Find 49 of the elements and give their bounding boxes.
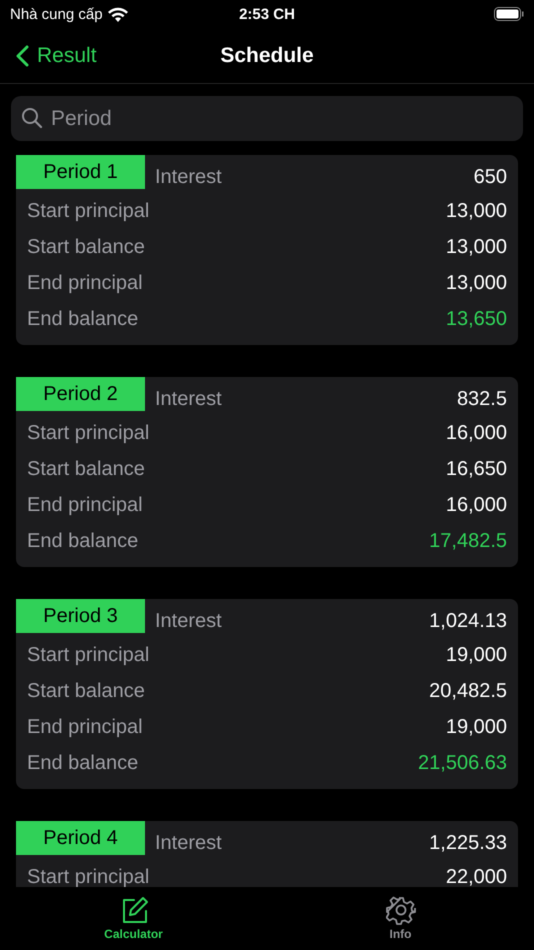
row-value: 17,482.5: [429, 530, 507, 552]
row-label: End principal: [27, 716, 143, 738]
row-label: Start principal: [27, 422, 150, 444]
row-value: 832.5: [456, 387, 507, 412]
row-label: Interest: [155, 831, 222, 856]
row-value: 22,000: [446, 866, 507, 887]
row-value: 650: [474, 165, 507, 190]
back-button[interactable]: Result: [16, 44, 97, 68]
row-label: Start principal: [27, 200, 150, 222]
period-badge: Period 4: [16, 821, 145, 855]
row-label: Start balance: [27, 458, 145, 480]
row-label: Start principal: [27, 866, 150, 887]
settings-icon: [386, 895, 416, 925]
row-value: 21,506.63: [418, 752, 507, 774]
period-badge: Period 1: [16, 155, 145, 189]
wifi-icon: [108, 6, 128, 22]
row-value: 20,482.5: [429, 680, 507, 702]
row-label: Start balance: [27, 236, 145, 258]
row-value: 16,000: [446, 422, 507, 444]
row-label: End balance: [27, 308, 138, 330]
row-value: 1,024.13: [429, 609, 507, 634]
tab-item[interactable]: Calculator: [0, 887, 267, 950]
row-label: End principal: [27, 494, 143, 516]
row-label: Start balance: [27, 680, 145, 702]
row-value: 19,000: [446, 644, 507, 666]
row-value: 16,650: [446, 458, 507, 480]
tab-item[interactable]: Info: [267, 887, 534, 950]
row-value: 13,000: [446, 236, 507, 258]
row-label: End principal: [27, 272, 143, 294]
row-label: Start principal: [27, 644, 150, 666]
battery-icon: [494, 7, 524, 21]
search-field[interactable]: Period: [11, 96, 523, 141]
row-value: 13,000: [446, 272, 507, 294]
carrier-name: Nhà cung cấp: [10, 6, 103, 22]
row-value: 16,000: [446, 494, 507, 516]
row-value: 19,000: [446, 716, 507, 738]
row-value: 13,000: [446, 200, 507, 222]
row-label: Interest: [155, 165, 222, 190]
row-label: End balance: [27, 752, 138, 774]
screen-title: Schedule: [220, 44, 314, 68]
row-value: 13,650: [446, 308, 507, 330]
period-badge: Period 2: [16, 377, 145, 411]
row-label: Interest: [155, 387, 222, 412]
status-time: 2:53 CH: [239, 6, 295, 22]
row-label: End balance: [27, 530, 138, 552]
row-value: 1,225.33: [429, 831, 507, 856]
chevron-icon: [16, 44, 29, 66]
row-label: Interest: [155, 609, 222, 634]
period-badge: Period 3: [16, 599, 145, 633]
